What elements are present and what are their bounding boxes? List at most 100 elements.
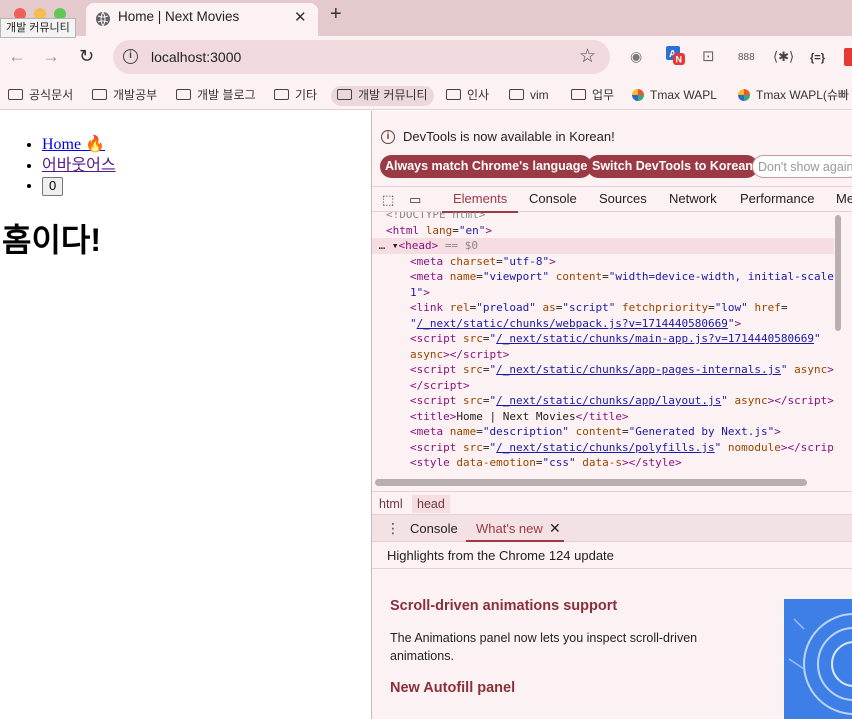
folder-icon [571,89,586,100]
dont-show-again-button[interactable]: Don't show again [752,155,852,178]
forward-arrow-icon[interactable]: → [42,46,60,67]
bookmark-folder-7[interactable]: 업무 [571,86,614,106]
nav-list: Home 🔥 어바웃어스 0 [42,135,116,197]
drawer-menu-icon[interactable]: ⋮ [386,520,400,537]
bookmark-folder-5[interactable]: 인사 [446,86,489,106]
bookmark-folder-6[interactable]: vim [509,86,549,106]
code-line[interactable]: <meta name="viewport" content="width=dev… [410,269,834,285]
highlights-text: Highlights from the Chrome 124 update [387,548,614,563]
counter-button[interactable]: 0 [42,176,64,196]
code-line[interactable]: <style data-emotion="css" data-s></style… [410,455,682,471]
reload-icon[interactable]: ↻ [79,46,94,67]
device-toolbar-icon[interactable]: ▭ [409,192,421,208]
tab-performance[interactable]: Performance [740,191,814,206]
folder-icon [274,89,289,100]
code-line[interactable]: <html lang="en"> [386,223,492,239]
code-line[interactable]: async></script> [410,347,509,363]
folder-icon [509,89,524,100]
bookmark-star-icon[interactable]: ☆ [579,45,596,68]
ext-camera-icon[interactable]: ⊡ [702,47,715,65]
back-arrow-icon[interactable]: ← [8,46,26,67]
url-text[interactable]: localhost:3000 [151,49,241,65]
inspect-element-icon[interactable]: ⬚ [382,192,394,208]
banner-message: DevTools is now available in Korean! [403,129,615,144]
code-line[interactable]: <link rel="preload" as="script" fetchpri… [410,300,788,316]
info-icon: i [381,130,395,144]
tab-console[interactable]: Console [529,191,577,206]
folder-icon [176,89,191,100]
tab-sources[interactable]: Sources [599,191,647,206]
ext-more-icon[interactable] [844,48,852,66]
code-line[interactable]: "/_next/static/chunks/webpack.js?v=17144… [410,316,741,332]
code-line[interactable]: 1"> [410,285,430,301]
elements-tree[interactable]: <!DOCTYPE html> <html lang="en"> … ▾<hea… [372,212,834,488]
nav-item-about: 어바웃어스 [42,156,116,177]
whats-new-header: Highlights from the Chrome 124 update [372,542,852,569]
ext-888-icon[interactable]: 888 [738,52,755,63]
code-line[interactable]: <meta charset="utf-8"> [410,254,556,270]
ext-network-icon[interactable]: ⟨✱⟩ [773,49,794,65]
folder-icon [8,89,23,100]
wapl-favicon-icon [738,89,750,101]
scrollbar-thumb[interactable] [835,215,841,331]
code-line[interactable]: <script src="/_next/static/chunks/polyfi… [410,440,834,456]
tab-more[interactable]: Me [836,191,852,206]
match-language-button[interactable]: Always match Chrome's language [380,155,593,178]
folder-icon [92,89,107,100]
elements-vertical-scrollbar[interactable] [833,215,843,331]
feature-title[interactable]: New Autofill panel [390,680,515,696]
nav-item-counter: 0 [42,176,116,197]
page-heading: 홈이다! [2,222,101,258]
folder-icon [446,89,461,100]
language-banner: i DevTools is now available in Korean! A… [372,111,852,186]
bookmark-folder-0[interactable]: 공식문서 [8,86,73,106]
bookmark-site-9[interactable]: Tmax WAPL(슈빠 [738,86,849,106]
bookmark-folder-2[interactable]: 개발 블로그 [176,86,256,106]
drawer-tabbar: ⋮ Console What's new ✕ [372,515,852,542]
code-line[interactable]: <script src="/_next/static/chunks/main-a… [410,331,821,347]
address-bar[interactable]: i localhost:3000 ☆ [113,40,610,74]
code-line-selected[interactable]: … ▾<head> == $0 [372,238,834,254]
ext-github-icon[interactable]: ◉ [630,48,642,65]
dom-breadcrumb: html head [372,491,852,515]
ext-translate-icon[interactable]: AN [666,46,686,71]
new-tab-button[interactable]: + [330,3,342,26]
browser-toolbar: ← → ↻ i localhost:3000 ☆ ◉ AN ⊡ 888 ⟨✱⟩ … [0,36,852,80]
breadcrumb-html[interactable]: html [374,495,408,513]
elements-horizontal-scrollbar[interactable] [375,479,807,486]
breadcrumb-head[interactable]: head [412,495,450,513]
web-page: Home 🔥 어바웃어스 0 홈이다! [0,111,371,719]
globe-icon [96,11,110,27]
about-link[interactable]: 어바웃어스 [42,157,116,174]
bookmark-site-8[interactable]: Tmax WAPL [632,86,717,106]
code-line[interactable]: <script src="/_next/static/chunks/app/la… [410,393,834,409]
code-line[interactable]: <!DOCTYPE html> [386,212,485,223]
tab-title: Home | Next Movies [118,9,240,24]
bookmarks-bar: 공식문서 개발공부 개발 블로그 기타 개발 커뮤니티 인사 vim 업무 Tm… [0,80,852,110]
wapl-favicon-icon [632,89,644,101]
tab-strip: Home | Next Movies ✕ + [0,0,852,36]
devtools-tabbar: ⬚ ▭ Elements Console Sources Network Per… [372,186,852,213]
tab-close-icon[interactable]: ✕ [294,8,307,26]
code-line[interactable]: <title>Home | Next Movies</title> [410,409,629,425]
site-info-icon[interactable]: i [123,49,138,64]
bookmark-folder-3[interactable]: 기타 [274,86,317,106]
code-line[interactable]: <meta name="description" content="Genera… [410,424,781,440]
code-line[interactable]: <script src="/_next/static/chunks/app-pa… [410,362,834,378]
folder-icon [337,89,352,100]
bookmark-folder-4[interactable]: 개발 커뮤니티 [331,86,434,106]
browser-tab-active[interactable]: Home | Next Movies ✕ [86,3,318,36]
feature-title[interactable]: Scroll-driven animations support [390,598,617,614]
drawer-tab-whats-new[interactable]: What's new [476,521,543,536]
bookmark-folder-1[interactable]: 개발공부 [92,86,157,106]
code-line[interactable]: </script> [410,378,470,394]
tab-network[interactable]: Network [669,191,717,206]
switch-korean-button[interactable]: Switch DevTools to Korean [587,155,758,178]
bookmark-tooltip: 개발 커뮤니티 [0,18,76,38]
feature-description: The Animations panel now lets you inspec… [390,631,698,663]
drawer-tab-console[interactable]: Console [410,521,458,536]
close-icon[interactable]: ✕ [549,520,561,537]
tab-elements[interactable]: Elements [453,191,507,206]
ext-json-icon[interactable]: {=} [810,52,825,64]
home-link[interactable]: Home 🔥 [42,136,105,153]
